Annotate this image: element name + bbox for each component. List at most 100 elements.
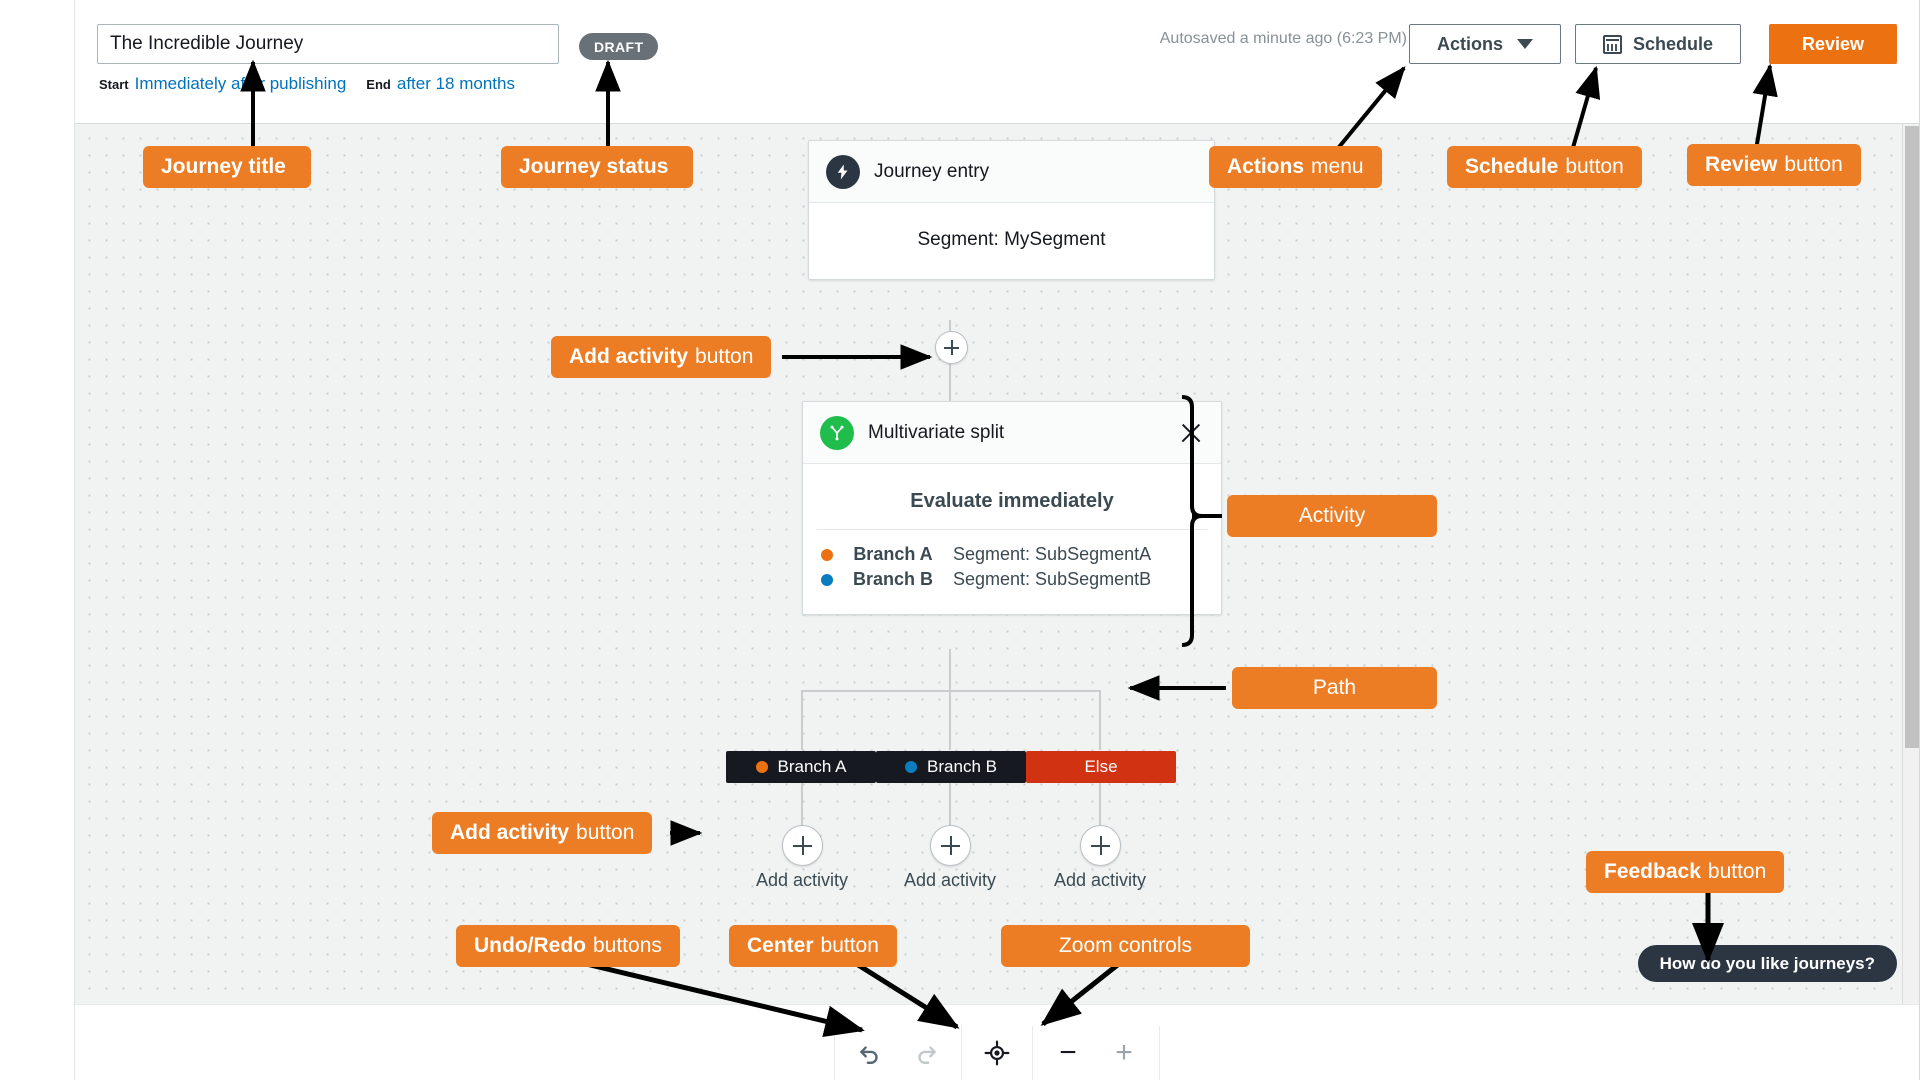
annotation-center-button-bold: Center <box>747 934 814 957</box>
autosave-status: Autosaved a minute ago (6:23 PM) <box>1159 30 1407 47</box>
zoom-group: − + <box>1033 1026 1160 1080</box>
zoom-out-button[interactable]: − <box>1051 1036 1085 1070</box>
connector-bus-horizontal <box>801 690 1101 692</box>
annotation-add-activity-branch-bold: Add activity <box>450 821 570 844</box>
annotation-journey-status: Journey status <box>501 146 694 188</box>
feedback-button[interactable]: How do you like journeys? <box>1637 945 1897 982</box>
connector-chip-b-to-plus <box>949 783 951 828</box>
journey-status-badge: DRAFT <box>579 33 659 60</box>
journey-entry-segment: Segment: MySegment <box>917 229 1106 250</box>
path-chip-branch-b[interactable]: Branch B <box>876 751 1026 783</box>
lightning-bolt-icon <box>826 154 860 189</box>
annotation-actions-menu-bold: Actions <box>1227 155 1305 178</box>
multivariate-split-node[interactable]: Multivariate split Evaluate immediately … <box>802 401 1222 615</box>
multivariate-split-title: Multivariate split <box>868 421 1005 443</box>
connector-chip-a-to-plus <box>801 783 803 828</box>
annotation-review-button: Review button <box>1687 144 1861 186</box>
journey-schedule-summary: Start Immediately after publishing End a… <box>99 74 515 94</box>
path-chip-branch-a-label: Branch A <box>777 757 847 776</box>
annotation-center-button-rest: button <box>820 934 879 957</box>
zoom-in-button[interactable]: + <box>1107 1036 1141 1070</box>
branch-b-color-dot <box>821 573 833 586</box>
undo-redo-group <box>834 1026 962 1080</box>
connector-chip-else-to-plus <box>1099 783 1101 828</box>
add-activity-button-top[interactable] <box>935 331 968 364</box>
split-branch-list: Branch A Segment: SubSegmentA Branch B S… <box>803 542 1221 594</box>
review-button[interactable]: Review <box>1769 24 1897 64</box>
annotation-feedback-button-bold: Feedback <box>1604 860 1701 883</box>
start-label: Start <box>99 77 129 92</box>
annotation-zoom-controls-rest: Zoom controls <box>1058 934 1193 957</box>
branch-a-color-dot <box>821 548 833 561</box>
end-value-link[interactable]: after 18 months <box>397 74 515 94</box>
annotation-journey-title: Journey title <box>143 146 311 188</box>
chevron-down-icon <box>1517 39 1533 49</box>
multivariate-split-header: Multivariate split <box>803 402 1221 464</box>
annotation-undo-redo-bold: Undo/Redo <box>474 934 586 957</box>
end-label: End <box>366 77 391 92</box>
annotation-add-activity-top-rest: button <box>695 345 754 368</box>
canvas-scrollbar-track[interactable] <box>1902 124 1919 1004</box>
actions-menu-button[interactable]: Actions <box>1409 24 1561 64</box>
add-activity-button-branch-a[interactable] <box>782 825 823 866</box>
annotation-schedule-button-rest: button <box>1565 155 1624 178</box>
canvas-scrollbar-thumb[interactable] <box>1905 126 1919 748</box>
annotation-actions-menu: Actions menu <box>1209 146 1382 188</box>
schedule-button-label: Schedule <box>1632 33 1714 54</box>
canvas-toolbar: − + <box>834 1026 1160 1080</box>
journey-entry-node[interactable]: Journey entry Segment: MySegment <box>808 140 1215 280</box>
annotation-add-activity-branch-rest: button <box>576 821 635 844</box>
review-button-label: Review <box>1801 33 1865 54</box>
annotation-undo-redo: Undo/Redo buttons <box>456 925 680 967</box>
annotation-add-activity-top-bold: Add activity <box>569 345 689 368</box>
journey-entry-body: Segment: MySegment <box>809 203 1214 279</box>
path-chip-else[interactable]: Else <box>1026 751 1176 783</box>
start-value-link[interactable]: Immediately after publishing <box>135 74 347 94</box>
annotation-schedule-button: Schedule button <box>1447 146 1642 188</box>
annotation-undo-redo-rest: buttons <box>592 934 662 957</box>
connector-branch-b-down <box>949 690 951 750</box>
path-chip-branch-a[interactable]: Branch A <box>726 751 876 783</box>
center-group <box>962 1026 1033 1080</box>
annotation-path: Path <box>1232 667 1437 709</box>
annotation-add-activity-top: Add activity button <box>551 336 772 378</box>
annotation-actions-menu-rest: menu <box>1311 155 1364 178</box>
journey-entry-title: Journey entry <box>874 160 990 182</box>
multivariate-split-body: Evaluate immediately Branch A Segment: S… <box>803 464 1221 614</box>
branch-b-segment: Segment: SubSegmentB <box>953 569 1152 589</box>
undo-button[interactable] <box>853 1036 887 1070</box>
annotation-zoom-controls: Zoom controls <box>1001 925 1250 967</box>
branch-a-segment: Segment: SubSegmentA <box>953 544 1152 564</box>
actions-menu-label: Actions <box>1436 33 1503 54</box>
annotation-feedback-button: Feedback button <box>1586 851 1785 893</box>
journey-entry-header: Journey entry <box>809 141 1214 203</box>
annotation-activity-rest: Activity <box>1298 504 1366 527</box>
redo-button[interactable] <box>909 1036 943 1070</box>
split-branch-row: Branch B Segment: SubSegmentB <box>821 567 1203 592</box>
journey-title-input[interactable] <box>97 24 559 64</box>
close-icon[interactable] <box>1178 420 1204 446</box>
add-activity-button-else[interactable] <box>1080 825 1121 866</box>
path-chip-branch-b-label: Branch B <box>927 757 997 776</box>
branch-b-name: Branch B <box>852 569 933 589</box>
center-button[interactable] <box>980 1036 1014 1070</box>
schedule-button[interactable]: Schedule <box>1575 24 1741 64</box>
annotation-center-button: Center button <box>729 925 897 967</box>
screenshot-root: DRAFT Start Immediately after publishing… <box>0 0 1920 1080</box>
annotation-review-button-bold: Review <box>1705 153 1778 176</box>
annotation-add-activity-branch: Add activity button <box>432 812 653 854</box>
evaluate-title: Evaluate immediately <box>910 490 1114 512</box>
annotation-path-rest: Path <box>1312 676 1357 699</box>
annotation-feedback-button-rest: button <box>1707 860 1767 883</box>
divider <box>817 529 1207 530</box>
add-activity-label-else: Add activity <box>1053 870 1147 890</box>
path-chip-else-label: Else <box>1084 757 1118 776</box>
add-activity-button-branch-b[interactable] <box>930 825 971 866</box>
branch-a-color-dot <box>755 761 768 773</box>
calendar-icon <box>1602 34 1622 54</box>
annotation-review-button-rest: button <box>1784 153 1843 176</box>
annotation-journey-title-bold: Journey title <box>161 155 286 178</box>
journey-header: DRAFT Start Immediately after publishing… <box>75 0 1919 124</box>
branch-b-color-dot <box>905 761 918 773</box>
annotation-journey-status-bold: Journey status <box>519 155 669 178</box>
